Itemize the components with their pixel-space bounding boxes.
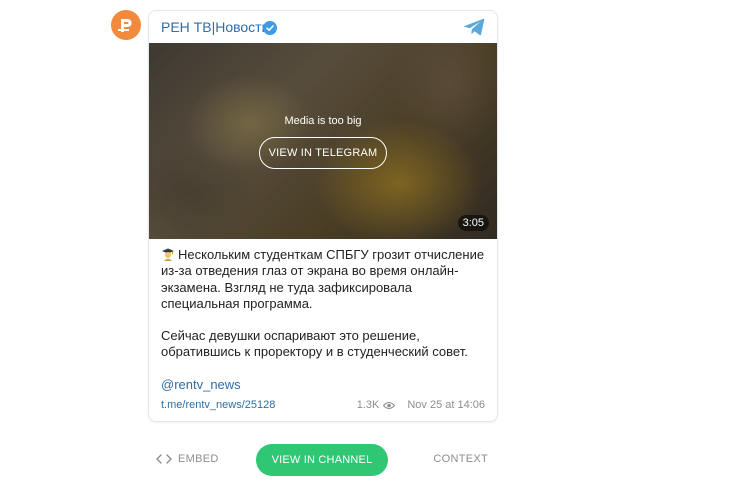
telegram-post-widget: РЕН ТВ|Новости Media is too big VIEW IN … xyxy=(0,0,730,499)
channel-avatar[interactable] xyxy=(111,10,141,40)
verified-badge-icon xyxy=(263,21,277,35)
embed-button[interactable]: EMBED xyxy=(156,453,219,465)
eye-icon xyxy=(383,401,396,409)
code-brackets-icon xyxy=(156,454,172,464)
channel-mention-link[interactable]: @rentv_news xyxy=(161,377,241,392)
post-stats: 1.3K Nov 25 at 14:06 xyxy=(357,399,485,411)
embed-label: EMBED xyxy=(178,453,219,465)
student-emoji-icon xyxy=(162,248,174,261)
media-too-big-notice: Media is too big xyxy=(284,115,362,127)
post-permalink[interactable]: t.me/rentv_news/25128 xyxy=(161,399,275,411)
post-actions-bar: EMBED VIEW IN CHANNEL CONTEXT xyxy=(148,440,496,480)
video-duration-badge: 3:05 xyxy=(457,215,489,231)
post-paragraph-1: Нескольким студенткам СПБГУ грозит отчис… xyxy=(161,247,487,312)
view-in-channel-button[interactable]: VIEW IN CHANNEL xyxy=(256,444,388,476)
video-preview[interactable]: Media is too big VIEW IN TELEGRAM 3:05 xyxy=(149,43,497,239)
ren-tv-logo-icon xyxy=(118,19,132,32)
views-count: 1.3K xyxy=(356,399,380,411)
telegram-logo-icon[interactable] xyxy=(463,18,485,36)
post-paragraph-1-text: Нескольким студенткам СПБГУ грозит отчис… xyxy=(161,247,485,311)
post-text: Нескольким студенткам СПБГУ грозит отчис… xyxy=(161,247,487,361)
view-in-telegram-button[interactable]: VIEW IN TELEGRAM xyxy=(259,137,387,169)
post-paragraph-2: Сейчас девушки оспаривают это решение, о… xyxy=(161,328,468,360)
post-card: РЕН ТВ|Новости Media is too big VIEW IN … xyxy=(148,10,498,422)
channel-name-link[interactable]: РЕН ТВ|Новости xyxy=(161,19,269,35)
post-date: Nov 25 at 14:06 xyxy=(407,399,485,411)
context-button[interactable]: CONTEXT xyxy=(433,453,488,465)
post-header: РЕН ТВ|Новости xyxy=(149,11,497,43)
